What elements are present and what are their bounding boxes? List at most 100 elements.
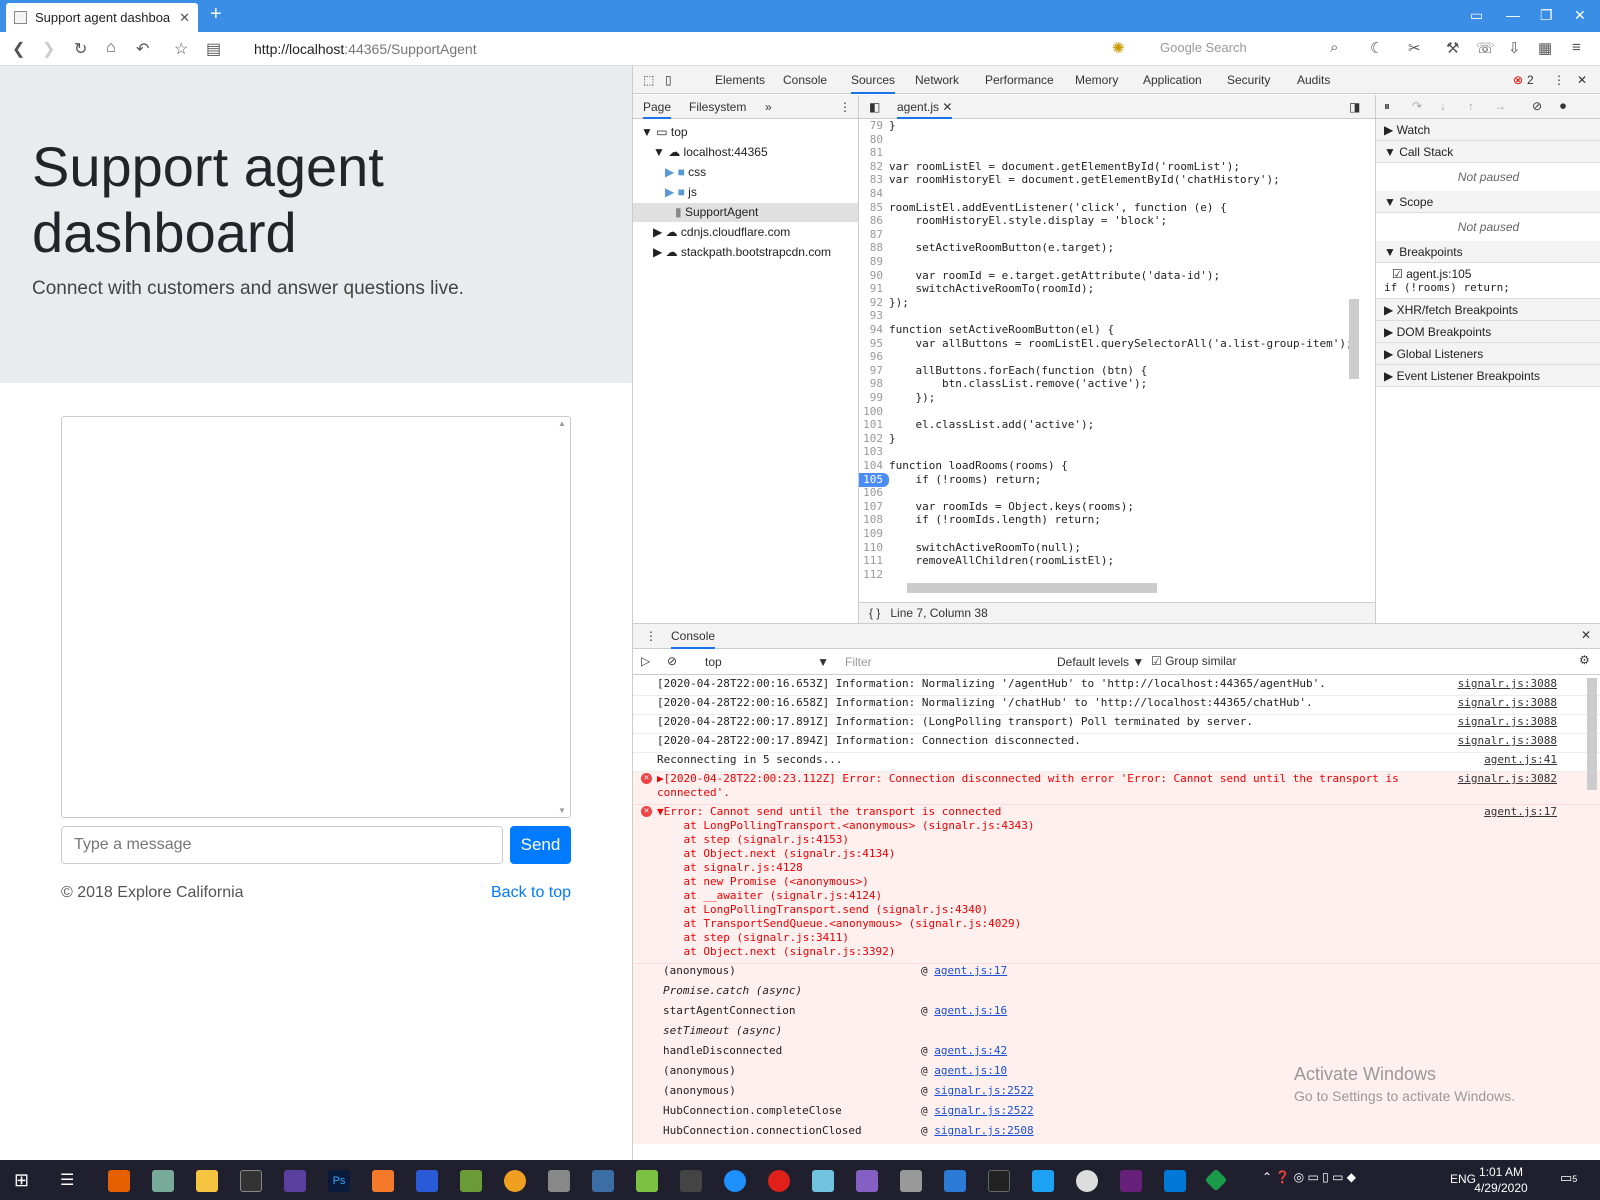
line-number[interactable]: 102 bbox=[859, 432, 889, 446]
code-line[interactable]: 110 switchActiveRoomTo(null); bbox=[859, 541, 1081, 555]
tab-memory[interactable]: Memory bbox=[1075, 73, 1118, 87]
breakpoint-item[interactable]: ☑ agent.js:105 bbox=[1376, 263, 1600, 281]
app-icon[interactable] bbox=[724, 1170, 746, 1192]
console-source-link[interactable]: agent.js:17 bbox=[1484, 805, 1557, 819]
tree-item-cdnjs[interactable]: ▶ ☁ cdnjs.cloudflare.com bbox=[653, 225, 790, 239]
download-icon[interactable]: ⇩ bbox=[1508, 39, 1521, 57]
tab-security[interactable]: Security bbox=[1227, 73, 1270, 87]
star-icon[interactable]: ☆ bbox=[174, 39, 188, 59]
console-log-row[interactable]: [2020-04-28T22:00:17.894Z] Information: … bbox=[633, 734, 1600, 753]
search-input[interactable]: Google Search bbox=[1160, 40, 1350, 60]
visual-studio-icon[interactable] bbox=[856, 1170, 878, 1192]
file-explorer-icon[interactable] bbox=[196, 1170, 218, 1192]
app-icon[interactable] bbox=[592, 1170, 614, 1192]
back-icon[interactable]: ❮ bbox=[12, 39, 25, 59]
code-line[interactable]: 94 function setActiveRoomButton(el) { bbox=[859, 323, 1114, 337]
code-line[interactable]: 86 roomHistoryEl.style.display = 'block'… bbox=[859, 214, 1167, 228]
url-field[interactable]: http://localhost:44365/SupportAgent bbox=[254, 41, 477, 57]
close-file-icon[interactable]: ✕ bbox=[942, 100, 952, 114]
line-number[interactable]: 94 bbox=[859, 323, 889, 337]
line-number[interactable]: 82 bbox=[859, 160, 889, 174]
line-number[interactable]: 85 bbox=[859, 201, 889, 215]
line-number[interactable]: 91 bbox=[859, 282, 889, 296]
tree-item-css[interactable]: ▶ ■ css bbox=[665, 165, 706, 179]
new-tab-button[interactable]: + bbox=[210, 3, 222, 26]
tree-item-top[interactable]: ▼ ▭ top bbox=[641, 125, 688, 139]
console-log-row[interactable]: [2020-04-28T22:00:16.653Z] Information: … bbox=[633, 677, 1600, 696]
group-similar-checkbox[interactable]: ☑ Group similar bbox=[1151, 654, 1236, 668]
stack-frame-source[interactable]: @ signalr.js:2522 bbox=[921, 1084, 1034, 1098]
tab-console-drawer[interactable]: Console bbox=[671, 629, 716, 649]
console-source-link[interactable]: agent.js:41 bbox=[1484, 753, 1557, 767]
app-icon[interactable] bbox=[504, 1170, 526, 1192]
code-line[interactable]: 99 }); bbox=[859, 391, 936, 405]
close-window-button[interactable]: ✕ bbox=[1574, 7, 1586, 24]
code-line[interactable]: 80 bbox=[859, 133, 889, 147]
stack-frame-source[interactable]: @ agent.js:16 bbox=[921, 1004, 1007, 1018]
drawer-menu-icon[interactable]: ⋮ bbox=[645, 629, 657, 643]
code-line[interactable]: 90 var roomId = e.target.getAttribute('d… bbox=[859, 269, 1220, 283]
console-log-row[interactable]: [2020-04-28T22:00:16.658Z] Information: … bbox=[633, 696, 1600, 715]
breakpoints-section[interactable]: ▼ Breakpoints bbox=[1376, 241, 1600, 263]
code-line[interactable]: 107 var roomIds = Object.keys(rooms); bbox=[859, 500, 1134, 514]
line-number[interactable]: 89 bbox=[859, 255, 889, 269]
stack-frame-row[interactable]: HubConnection.completeClose @ signalr.js:… bbox=[633, 1104, 1600, 1124]
line-number[interactable]: 97 bbox=[859, 364, 889, 378]
inspect-icon[interactable]: ⬚ bbox=[643, 73, 654, 87]
line-number[interactable]: 95 bbox=[859, 337, 889, 351]
code-line[interactable]: 95 var allButtons = roomListEl.querySele… bbox=[859, 337, 1353, 351]
console-log-row[interactable]: [2020-04-28T22:00:17.891Z] Information: … bbox=[633, 715, 1600, 734]
code-line[interactable]: 92}); bbox=[859, 296, 909, 310]
step-out-icon[interactable]: ↑ bbox=[1468, 99, 1474, 113]
line-number[interactable]: 79 bbox=[859, 119, 889, 133]
tab-audits[interactable]: Audits bbox=[1297, 73, 1330, 87]
dom-breakpoints-section[interactable]: ▶ DOM Breakpoints bbox=[1376, 321, 1600, 343]
toggle-navigator-icon[interactable]: ◧ bbox=[869, 100, 880, 114]
app-icon[interactable] bbox=[1032, 1170, 1054, 1192]
console-error-row[interactable]: ✕ ▼Error: Cannot send until the transport… bbox=[633, 805, 1600, 964]
line-number[interactable]: 87 bbox=[859, 228, 889, 242]
tools-icon[interactable]: ⚒ bbox=[1446, 39, 1459, 57]
app-icon[interactable] bbox=[1076, 1170, 1098, 1192]
search-icon[interactable]: ⌕ bbox=[1330, 39, 1338, 56]
tree-item-bootstrapcdn[interactable]: ▶ ☁ stackpath.bootstrapcdn.com bbox=[653, 245, 831, 259]
reader-icon[interactable]: ▤ bbox=[206, 39, 221, 59]
photoshop-icon[interactable]: Ps bbox=[328, 1170, 350, 1192]
line-number[interactable]: 92 bbox=[859, 296, 889, 310]
line-number[interactable]: 96 bbox=[859, 350, 889, 364]
devtools-close-icon[interactable]: ✕ bbox=[1577, 73, 1587, 87]
home-icon[interactable]: ⌂ bbox=[106, 39, 116, 57]
call-stack-section[interactable]: ▼ Call Stack bbox=[1376, 141, 1600, 163]
code-line[interactable]: 91 switchActiveRoomTo(roomId); bbox=[859, 282, 1095, 296]
tab-application[interactable]: Application bbox=[1143, 73, 1202, 87]
checkbox-checked-icon[interactable]: ☑ bbox=[1392, 267, 1406, 281]
stack-frame-row[interactable]: (anonymous) @ agent.js:10 bbox=[633, 1064, 1600, 1084]
console-error-row[interactable]: ✕ ▶[2020-04-28T22:00:23.112Z] Error: Conn… bbox=[633, 772, 1600, 805]
browser-tab[interactable]: Support agent dashboa ✕ bbox=[6, 3, 198, 32]
xhr-breakpoints-section[interactable]: ▶ XHR/fetch Breakpoints bbox=[1376, 299, 1600, 321]
app-icon[interactable] bbox=[944, 1170, 966, 1192]
line-number[interactable]: 86 bbox=[859, 214, 889, 228]
console-source-link[interactable]: signalr.js:3088 bbox=[1458, 696, 1557, 710]
stack-frame-row[interactable]: Promise.catch (async) bbox=[633, 984, 1600, 1004]
menu-icon[interactable]: ≡ bbox=[1572, 39, 1581, 56]
stack-frame-source[interactable]: @ signalr.js:2522 bbox=[921, 1104, 1034, 1118]
code-area[interactable]: 79} 80 81 82 var roomListEl = document.getEl… bbox=[859, 119, 1375, 579]
app-icon[interactable] bbox=[284, 1170, 306, 1192]
step-over-icon[interactable]: ↷ bbox=[1412, 99, 1422, 113]
console-source-link[interactable]: signalr.js:3088 bbox=[1458, 677, 1557, 691]
sidebar-toggle-icon[interactable]: ▷ bbox=[641, 654, 650, 668]
close-drawer-icon[interactable]: ✕ bbox=[1581, 628, 1591, 642]
line-number[interactable]: 106 bbox=[859, 486, 889, 500]
line-number[interactable]: 99 bbox=[859, 391, 889, 405]
app-icon[interactable] bbox=[1204, 1168, 1228, 1192]
stack-frame-source[interactable]: @ agent.js:10 bbox=[921, 1064, 1007, 1078]
breakpoint-line-number[interactable]: 105 bbox=[859, 472, 889, 487]
code-line[interactable]: 93 bbox=[859, 309, 889, 323]
code-line[interactable]: 109 bbox=[859, 527, 889, 541]
code-line[interactable]: 87 bbox=[859, 228, 889, 242]
console-scrollbar[interactable] bbox=[1587, 678, 1597, 790]
screenshot-icon[interactable]: ✂ bbox=[1408, 39, 1421, 57]
stack-frame-source[interactable]: @ agent.js:17 bbox=[921, 964, 1007, 978]
line-number[interactable]: 90 bbox=[859, 269, 889, 283]
